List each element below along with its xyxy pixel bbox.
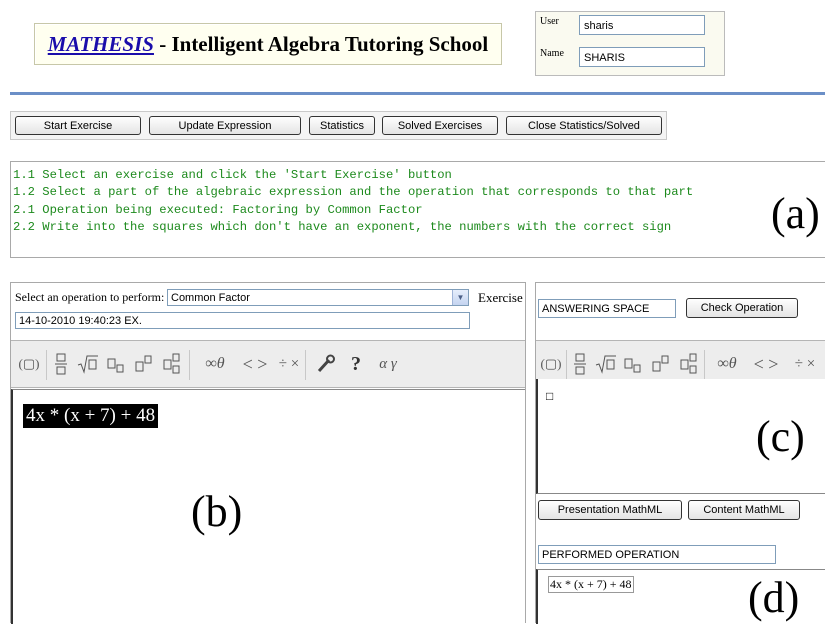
current-expression[interactable]: 4x * (x + 7) + 48 (23, 404, 159, 428)
parentheses-icon[interactable]: (▢) (17, 341, 41, 387)
expression-panel: Select an operation to perform: Common F… (10, 282, 526, 624)
user-label: User (540, 16, 559, 27)
instruction-line: 2.2 Write into the squares which don't h… (13, 220, 672, 234)
chevron-down-icon[interactable]: ▼ (452, 290, 468, 305)
square-root-icon[interactable] (76, 341, 100, 387)
close-statistics-button[interactable]: Close Statistics/Solved (506, 116, 662, 135)
greek-letters-icon[interactable]: α γ (371, 341, 405, 387)
user-info-table: User sharis Name SHARIS (535, 11, 725, 76)
presentation-mathml-button[interactable]: Presentation MathML (538, 500, 682, 520)
performed-operation-field: PERFORMED OPERATION (538, 545, 776, 564)
expression-editor[interactable]: 4x * (x + 7) + 48 (b) (11, 389, 525, 624)
instructions-panel: 1.1 Select an exercise and click the 'St… (10, 161, 825, 258)
answering-space-field: ANSWERING SPACE (538, 299, 676, 318)
answer-editor[interactable]: □ (c) (536, 379, 825, 494)
name-field[interactable]: SHARIS (579, 47, 705, 67)
panel-label-c: (c) (756, 412, 805, 461)
fraction-icon[interactable] (51, 341, 71, 387)
operation-select-label: Select an operation to perform: (15, 290, 165, 304)
instruction-line: 2.1 Operation being executed: Factoring … (13, 203, 423, 217)
header-divider (10, 92, 825, 95)
toolbar-separator (305, 350, 306, 380)
toolbar-separator (189, 350, 190, 380)
math-toolbar: (▢) ∞θ < > ÷ × ? α γ (11, 340, 525, 388)
answer-panel: ANSWERING SPACE Check Operation (▢) ∞θ <… (535, 282, 825, 624)
user-field[interactable]: sharis (579, 15, 705, 35)
subscript-icon[interactable] (105, 341, 127, 387)
operation-select[interactable]: Common Factor ▼ (167, 289, 469, 306)
operator-icon[interactable]: ÷ × (273, 341, 305, 387)
performed-operation-area: 4x * (x + 7) + 48 (d) (536, 569, 825, 624)
start-exercise-button[interactable]: Start Exercise (15, 116, 141, 135)
panel-label-a: (a) (771, 189, 820, 238)
solved-exercises-button[interactable]: Solved Exercises (382, 116, 498, 135)
update-expression-button[interactable]: Update Expression (149, 116, 301, 135)
panel-label-b: (b) (191, 487, 243, 536)
name-label: Name (540, 48, 564, 59)
panel-label-d: (d) (748, 573, 800, 622)
operation-select-value: Common Factor (171, 292, 250, 304)
instruction-line: 1.1 Select an exercise and click the 'St… (13, 168, 452, 182)
relation-icon[interactable]: < > (237, 341, 273, 387)
app-title-text: - Intelligent Algebra Tutoring School (153, 31, 489, 56)
main-toolbar: Start Exercise Update Expression Statist… (10, 111, 667, 140)
exercise-label: Exercise (478, 290, 523, 305)
help-icon[interactable]: ? (344, 341, 368, 387)
check-operation-button[interactable]: Check Operation (686, 298, 798, 318)
app-title: MATHESIS - Intelligent Algebra Tutoring … (34, 23, 502, 65)
exercise-id-field[interactable]: 14-10-2010 19:40:23 EX. (15, 312, 470, 329)
infinity-theta-icon[interactable]: ∞θ (195, 341, 235, 387)
superscript-icon[interactable] (133, 341, 155, 387)
instruction-line: 1.2 Select a part of the algebraic expre… (13, 185, 694, 199)
content-mathml-button[interactable]: Content MathML (688, 500, 800, 520)
toolbar-separator (46, 350, 47, 380)
answer-placeholder-box[interactable]: □ (546, 389, 553, 403)
performed-expression: 4x * (x + 7) + 48 (548, 576, 634, 593)
toolbar-separator (566, 350, 567, 380)
mathesis-link[interactable]: MATHESIS (48, 32, 154, 57)
wrench-icon[interactable] (311, 341, 341, 387)
statistics-button[interactable]: Statistics (309, 116, 375, 135)
toolbar-separator (704, 350, 705, 380)
sub-superscript-icon[interactable] (161, 341, 183, 387)
